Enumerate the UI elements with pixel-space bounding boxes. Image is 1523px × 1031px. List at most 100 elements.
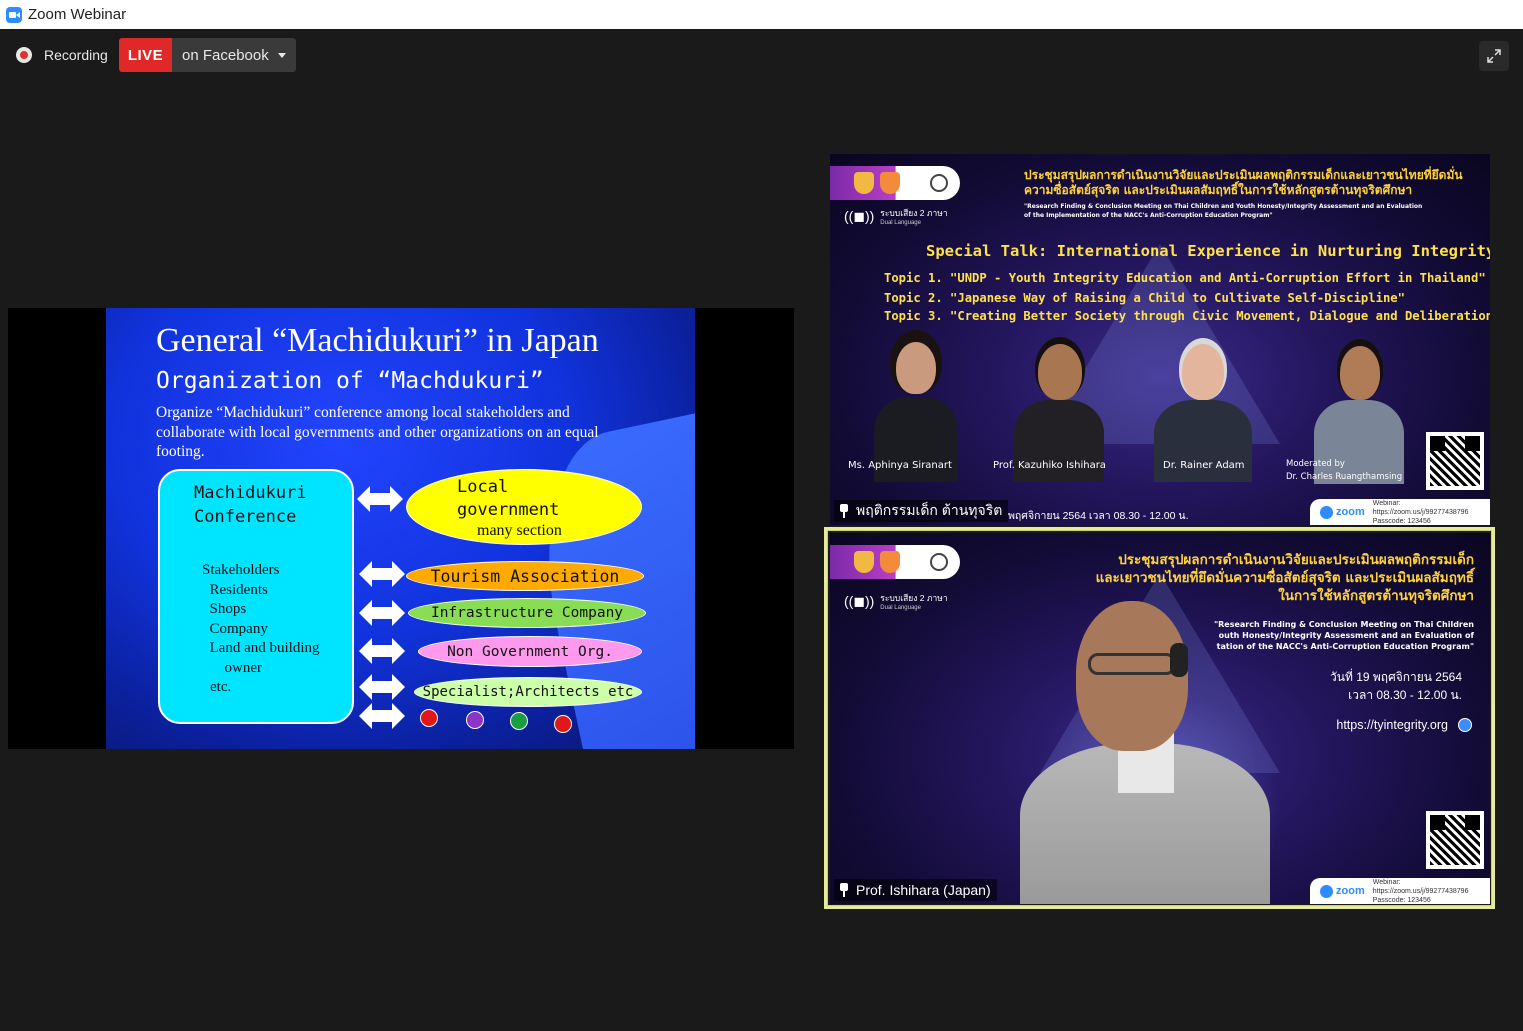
- stakeholder-item: Land and building: [202, 640, 320, 656]
- double-arrow-icon: [359, 638, 405, 664]
- dual-language-indicator: ((◼)) ระบบเสียง 2 ภาษา Dual Language: [844, 206, 948, 227]
- thai-title-line1: ประชุมสรุปผลการดำเนินงานวิจัยและประเมินผ…: [1024, 168, 1463, 182]
- window-titlebar: Zoom Webinar: [0, 0, 1523, 29]
- thai-title-line2: ความซื่อสัตย์สุจริต และประเมินผลสัมฤทธิ์…: [1024, 183, 1413, 197]
- presenter-video: [1020, 593, 1270, 904]
- dual-language-label: ระบบเสียง 2 ภาษา: [880, 208, 948, 218]
- zoom-logo-text: zoom: [1336, 506, 1365, 518]
- thai-title-line2: และเยาวชนไทยที่ยึดมั่นความซื่อสัตย์สุจริ…: [1095, 570, 1474, 586]
- shared-screen[interactable]: General “Machidukuri” in Japan Organizat…: [8, 308, 794, 749]
- zoom-logo: zoom: [1320, 884, 1365, 898]
- stakeholder-list: Stakeholders Residents Shops Company Lan…: [202, 561, 319, 698]
- video-tile-active-speaker[interactable]: ((◼)) ระบบเสียง 2 ภาษา Dual Language ประช…: [830, 533, 1490, 904]
- webinar-link: Webinar: https://zoom.us/j/99277438796: [1372, 878, 1469, 895]
- local-government-ellipse: Local government many section: [406, 469, 642, 545]
- topic-3: Topic 3. "Creating Better Society throug…: [884, 309, 1490, 323]
- glasses: [1088, 653, 1176, 675]
- webinar-link: Webinar: https://zoom.us/j/99277438796: [1372, 499, 1469, 516]
- speaker-name: Ms. Aphinya Siranart: [848, 460, 952, 471]
- speaker-icon: ((◼)): [844, 207, 875, 224]
- slide-title: General “Machidukuri” in Japan: [156, 322, 599, 359]
- participant-name-tag: Prof. Ishihara (Japan): [834, 879, 997, 901]
- topic-1: Topic 1. "UNDP - Youth Integrity Educati…: [884, 271, 1486, 285]
- participant-name: พฤติกรรมเด็ก ต้านทุจริต: [856, 502, 1003, 518]
- recording-indicator[interactable]: Recording: [10, 39, 114, 71]
- pin-icon: [838, 504, 850, 518]
- zoom-webinar-info: zoom Webinar: https://zoom.us/j/99277438…: [1310, 878, 1490, 904]
- thai-title: ประชุมสรุปผลการดำเนินงานวิจัยและประเมินผ…: [1024, 168, 1484, 198]
- chevron-down-icon: [277, 52, 286, 58]
- participant-name-tag: พฤติกรรมเด็ก ต้านทุจริต: [834, 500, 1009, 522]
- zoom-logo-text: zoom: [1336, 885, 1365, 897]
- thai-title-line1: ประชุมสรุปผลการดำเนินงานวิจัยและประเมินผ…: [1118, 552, 1474, 568]
- live-target-label: on Facebook: [182, 46, 269, 64]
- qr-code: [1426, 811, 1484, 869]
- purple-dot: [466, 711, 484, 729]
- emblem-icon: [854, 172, 874, 194]
- special-talk-heading: Special Talk: International Experience i…: [926, 242, 1490, 260]
- event-time: เวลา 08.30 - 12.00 น.: [1348, 688, 1462, 702]
- conference-box: Machidukuri Conference Stakeholders Resi…: [158, 469, 354, 724]
- slide-body: Organize “Machidukuri” conference among …: [156, 404, 599, 460]
- passcode: Passcode: 123456: [1372, 517, 1431, 525]
- double-arrow-icon: [359, 703, 405, 729]
- zoom-app-icon: [6, 6, 22, 23]
- topic-2: Topic 2. "Japanese Way of Raising a Chil…: [884, 291, 1405, 305]
- dual-language-en: Dual Language: [880, 605, 921, 611]
- expand-icon: [1487, 49, 1501, 63]
- moderator-name: Dr. Charles Ruangthamsing: [1286, 472, 1403, 482]
- infrastructure-company-ellipse: Infrastructure Company: [408, 598, 646, 628]
- speaker-name: Prof. Kazuhiko Ishihara: [993, 460, 1106, 471]
- window-title: Zoom Webinar: [28, 6, 127, 23]
- zoom-webinar-info: zoom Webinar: https://zoom.us/j/99277438…: [1310, 499, 1490, 525]
- double-arrow-icon: [359, 674, 405, 700]
- organizer-logos: [830, 166, 960, 200]
- english-title-line1: "Research Finding & Conclusion Meeting o…: [1024, 203, 1423, 210]
- event-date: วันที่ 19 พฤศจิกายน 2564: [1330, 670, 1462, 684]
- ngo-ellipse: Non Government Org.: [418, 636, 642, 667]
- video-tile-event-banner[interactable]: ((◼)) ระบบเสียง 2 ภาษา Dual Language ประช…: [830, 154, 1490, 525]
- organization-logo-icon: [930, 553, 948, 571]
- recording-label: Recording: [44, 47, 108, 63]
- presentation-slide: General “Machidukuri” in Japan Organizat…: [106, 308, 695, 749]
- stakeholder-item: etc.: [210, 679, 232, 695]
- local-gov-line2: government: [457, 500, 560, 520]
- stakeholder-item: Residents: [202, 581, 268, 598]
- local-gov-line1: Local: [457, 477, 509, 497]
- live-target[interactable]: on Facebook: [172, 38, 296, 72]
- english-title-line2: of the Implementation of the NACC's Anti…: [1024, 212, 1273, 219]
- conference-title: Machidukuri Conference: [194, 483, 307, 527]
- qr-code: [1426, 432, 1484, 490]
- english-title: "Research Finding & Conclusion Meeting o…: [1024, 202, 1484, 220]
- stakeholder-item: Company: [202, 620, 268, 637]
- organizer-logos: [830, 545, 960, 579]
- meeting-area: Recording LIVE on Facebook General “Mach…: [0, 29, 1523, 1031]
- emblem-icon: [880, 551, 900, 573]
- dual-language-label: ระบบเสียง 2 ภาษา: [880, 593, 948, 603]
- fullscreen-button[interactable]: [1479, 41, 1509, 71]
- emblem-icon: [854, 551, 874, 573]
- live-stream-dropdown[interactable]: LIVE on Facebook: [119, 38, 296, 72]
- stakeholder-item: Shops: [202, 601, 247, 617]
- speaker-name: Dr. Rainer Adam: [1163, 460, 1245, 471]
- organization-logo-icon: [930, 174, 948, 192]
- double-arrow-icon: [357, 486, 403, 512]
- slide-subtitle: Organization of “Machdukuri”: [156, 368, 544, 394]
- stakeholder-item: owner: [202, 659, 263, 676]
- dual-language-indicator: ((◼)) ระบบเสียง 2 ภาษา Dual Language: [844, 591, 948, 612]
- speaker-icon: ((◼)): [844, 592, 875, 609]
- passcode: Passcode: 123456: [1372, 896, 1431, 904]
- red-dot: [554, 715, 572, 733]
- pin-icon: [838, 883, 850, 897]
- live-badge: LIVE: [119, 38, 172, 72]
- recording-icon: [16, 47, 32, 63]
- double-arrow-icon: [359, 600, 405, 626]
- dual-language-en: Dual Language: [880, 220, 921, 226]
- local-gov-line3: many section: [477, 522, 562, 539]
- tourism-association-ellipse: Tourism Association: [406, 561, 644, 591]
- specialist-ellipse: Specialist;Architects etc: [414, 677, 642, 707]
- participant-name: Prof. Ishihara (Japan): [856, 882, 991, 898]
- green-dot: [510, 712, 528, 730]
- double-arrow-icon: [359, 561, 405, 587]
- moderator-label: Moderated by: [1286, 459, 1345, 469]
